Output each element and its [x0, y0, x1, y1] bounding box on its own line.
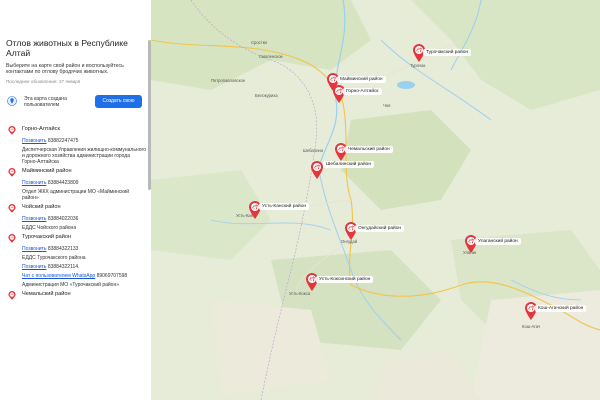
marker-label: Усть-Коксинский район [316, 276, 374, 283]
city-label: Белокуриха [255, 93, 278, 98]
city-label: Кош-Агач [522, 324, 541, 329]
marker-label: Улаганский район [475, 238, 521, 245]
marker-label: Онгудайский район [355, 225, 405, 232]
contact-text: Диспетчерская Управления жилищно-коммуна… [22, 147, 146, 165]
call-link[interactable]: Позвонить [22, 264, 46, 270]
map-marker-icon [8, 291, 16, 300]
sidebar-panel: Отлов животных в Республике Алтай Выбери… [0, 0, 148, 400]
list-item[interactable]: Майминский район Позвонить 83884423809 Отд… [8, 168, 146, 201]
map-terrain [151, 0, 600, 400]
marker-label: Усть-Канский район [259, 203, 310, 210]
call-link[interactable]: Позвонить [22, 138, 46, 144]
list-item-title: Майминский район [22, 168, 72, 174]
create-map-promo: Эта карта создана пользователем Создать … [6, 92, 144, 114]
contact-line: Администрация МО «Турочакский район» [22, 282, 146, 288]
create-map-button[interactable]: Создать свою [95, 95, 142, 109]
contact-line: Чат с пользователем WhatsApp 89069707598 [22, 273, 146, 279]
contact-text: ЕДДС Чойского района [22, 225, 77, 231]
map-marker-icon [8, 168, 16, 177]
map-pin-icon [7, 96, 17, 107]
contact-line: Диспетчерская Управления жилищно-коммуна… [22, 147, 146, 165]
list-item-title: Чемальский район [22, 291, 71, 297]
list-item[interactable]: Горно-Алтайск Позвонить 83882247475 Диспет… [8, 126, 146, 165]
marker-label: Горно-Алтайск [343, 88, 382, 95]
city-label: Смоленское [259, 54, 283, 59]
contact-text: Администрация МО «Турочакский район» [22, 282, 120, 288]
city-label: Сростки [251, 40, 267, 45]
map-marker-icon [311, 161, 323, 179]
page-title: Отлов животных в Республике Алтай [6, 38, 128, 58]
contact-line: Отдел ЖКХ администрации МО «Майминский р… [22, 189, 146, 201]
call-link[interactable]: Позвонить [22, 180, 46, 186]
marker-label: Кош-Агачский район [535, 305, 587, 312]
list-item-title: Горно-Алтайск [22, 126, 60, 132]
city-label: Турочак [410, 63, 426, 68]
contact-line: Позвонить 83884322114. [22, 264, 146, 270]
map-marker-icon [8, 204, 16, 213]
phone-number: 83884423809 [46, 180, 79, 186]
contact-text: Отдел ЖКХ администрации МО «Майминский р… [22, 189, 130, 201]
location-list: Горно-Алтайск Позвонить 83882247475 Диспет… [8, 126, 146, 303]
contact-line: Позвонить 83884423809 [22, 180, 146, 186]
last-updated: Последнее обновление: 27 января [6, 79, 81, 85]
map-marker-icon [8, 234, 16, 243]
map-view[interactable]: Сростки Смоленское Белокуриха Петропавло… [151, 0, 600, 400]
contact-line: ЕДДС Чойского района [22, 225, 146, 231]
phone-number: 83884322114. [46, 264, 80, 270]
list-item-title: Чойский район [22, 204, 61, 210]
phone-number: 83884022036 [46, 216, 79, 222]
phone-number: 89069707598 [95, 273, 128, 279]
city-label: Чоя [383, 103, 391, 108]
list-item[interactable]: Чойский район Позвонить 83884022036 ЕДДС Ч… [8, 204, 146, 231]
promo-text: Эта карта создана пользователем [24, 96, 67, 109]
phone-number: 83884322133 [46, 246, 79, 252]
contact-line: Позвонить 83884022036 [22, 216, 146, 222]
list-item-title: Турочакский район [22, 234, 72, 240]
call-link[interactable]: Чат с пользователем WhatsApp [22, 273, 95, 279]
map-marker-icon [8, 126, 16, 135]
contact-line: Позвонить 83882247475 [22, 138, 146, 144]
city-label: Петропавловское [211, 78, 246, 83]
contact-line: Позвонить 83884322133 [22, 246, 146, 252]
city-label: Шебалино [303, 148, 324, 153]
contact-text: ЕДДС Турочакского района [22, 255, 86, 261]
call-link[interactable]: Позвонить [22, 216, 46, 222]
marker-label: Майминский район [337, 76, 386, 83]
call-link[interactable]: Позвонить [22, 246, 46, 252]
phone-number: 83882247475 [46, 138, 79, 144]
description: Выберите на карте свой район и воспользу… [6, 63, 124, 76]
marker-label: Чемальский район [345, 146, 393, 153]
contact-line: ЕДДС Турочакского района [22, 255, 146, 261]
list-item[interactable]: Чемальский район [8, 291, 146, 300]
list-item[interactable]: Турочакский район Позвонить 83884322133 ЕД… [8, 234, 146, 288]
marker-label: Шебалинский район [323, 161, 374, 168]
marker-label: Турочакский район [423, 49, 472, 56]
